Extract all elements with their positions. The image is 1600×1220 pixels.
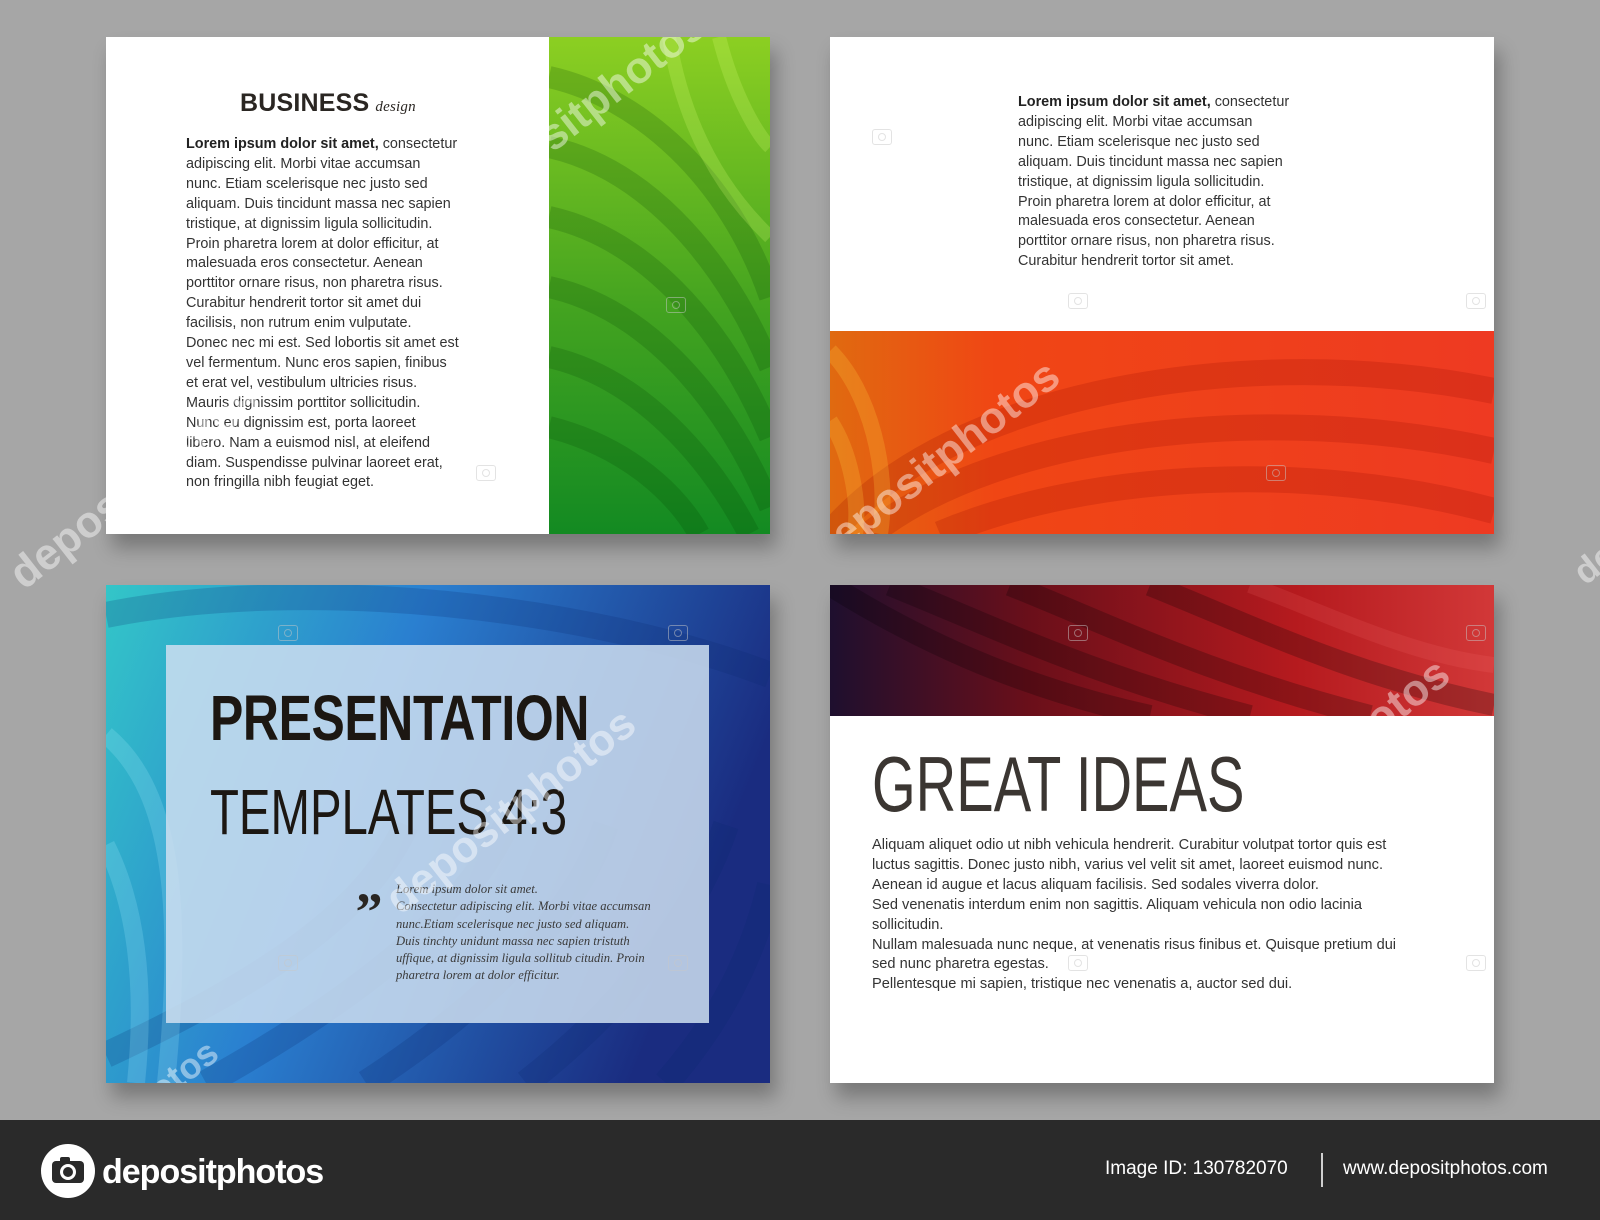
- camera-icon: [41, 1144, 95, 1198]
- camera-icon: [872, 129, 892, 145]
- business-subtitle: design: [375, 99, 416, 115]
- watermark-fragment: de: [1565, 534, 1600, 593]
- templates-heading: TEMPLATES 4:3: [210, 776, 568, 848]
- green-art-panel: [549, 37, 770, 534]
- great-ideas-body-text: Aliquam aliquet odio ut nibh vehicula he…: [872, 837, 1397, 993]
- title-panel: PRESENTATION TEMPLATES 4:3 „ Lorem ipsum…: [166, 645, 709, 1023]
- quote-text: Lorem ipsum dolor sit amet. Consectetur …: [396, 882, 651, 983]
- image-id-label: Image ID: 130782070: [1105, 1158, 1288, 1179]
- logo-wordmark: depositphotos: [102, 1153, 324, 1191]
- slide-presentation: PRESENTATION TEMPLATES 4:3 „ Lorem ipsum…: [106, 585, 770, 1083]
- presentation-heading: PRESENTATION: [210, 682, 589, 754]
- depositphotos-logo[interactable]: depositphotos: [40, 1143, 340, 1199]
- quote-mark-icon: „: [356, 854, 383, 914]
- red-slide-body-text: Lorem ipsum dolor sit amet, consectetur …: [1018, 94, 1290, 270]
- business-title: BUSINESS design: [240, 89, 416, 117]
- watermark-fragment: photos: [890, 1031, 1010, 1083]
- slide-great-ideas: depositphotos photos GREAT IDEAS Aliquam…: [830, 585, 1494, 1083]
- slide-red-band: depositphotos Lorem ipsum dolor sit amet…: [830, 37, 1494, 534]
- camera-icon: [1466, 955, 1486, 971]
- great-ideas-title: GREAT IDEAS: [872, 740, 1245, 828]
- camera-icon: [476, 465, 496, 481]
- site-url-link[interactable]: www.depositphotos.com: [1343, 1158, 1548, 1180]
- slide-business: depositphotos BUSINESS design Lorem ipsum…: [106, 37, 770, 534]
- camera-icon: [1068, 293, 1088, 309]
- footer-bar: depositphotos Image ID: 130782070 www.de…: [0, 1120, 1600, 1220]
- business-body-text: Lorem ipsum dolor sit amet, consectetur …: [186, 136, 459, 491]
- camera-icon: [1466, 293, 1486, 309]
- red-art-band: [830, 331, 1494, 534]
- footer-divider: [1321, 1153, 1323, 1187]
- dark-red-art-band: [830, 585, 1494, 716]
